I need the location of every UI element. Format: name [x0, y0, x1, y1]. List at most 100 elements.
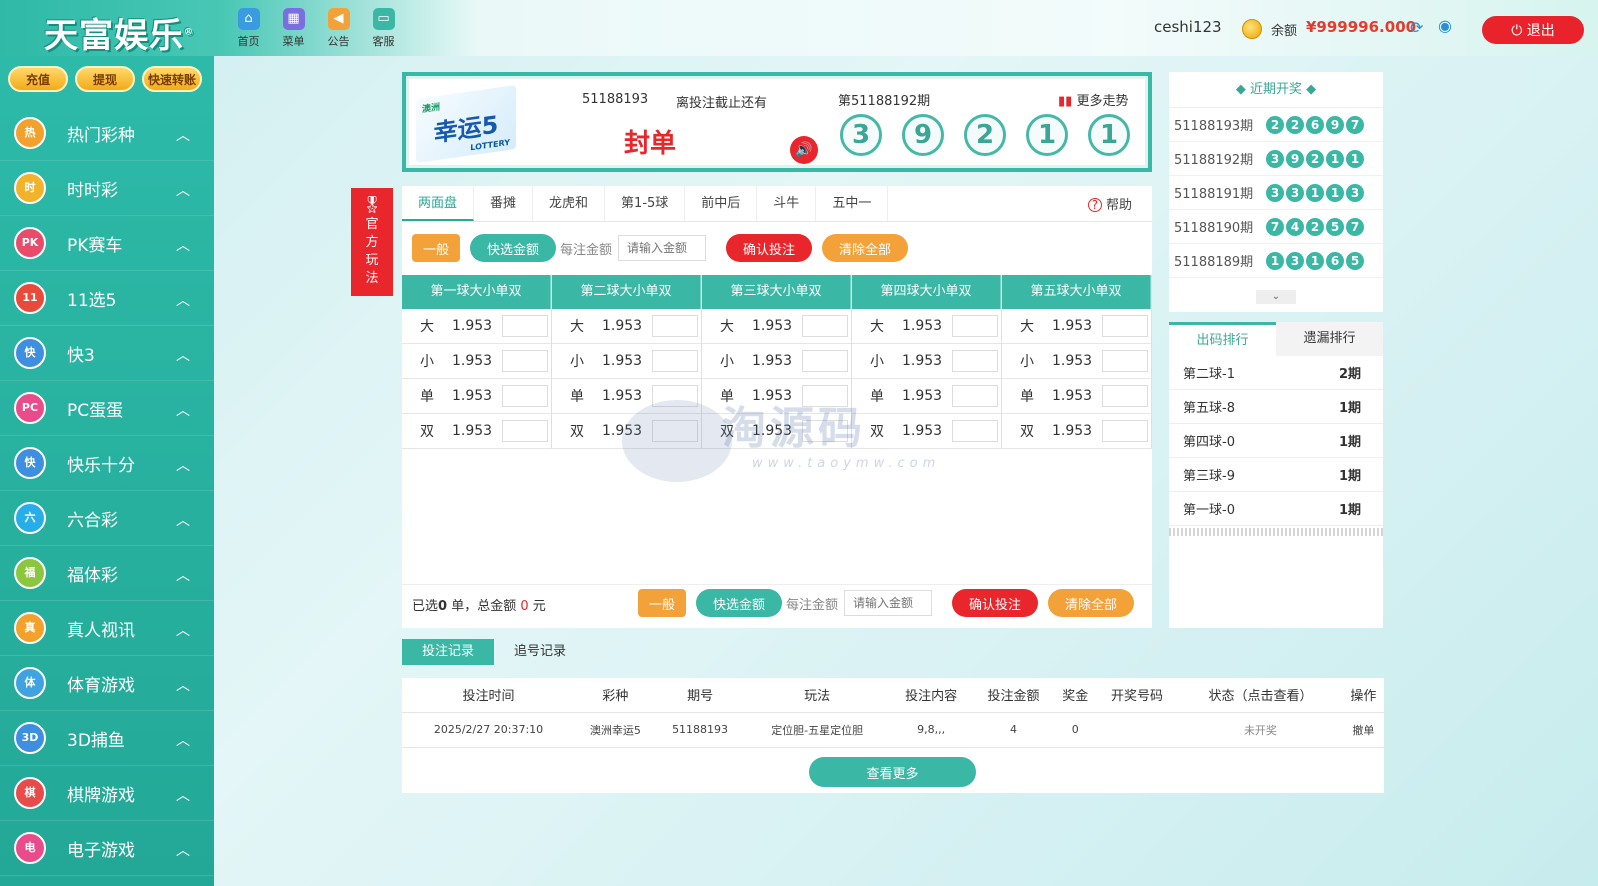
- bet-controls-top: 一般 快选金额 每注金额 确认投注 清除全部: [412, 234, 909, 262]
- deposit-button[interactable]: 充值: [8, 66, 68, 92]
- column-header: 第四球大小单双: [852, 275, 1001, 309]
- brand-logo[interactable]: 天富娱乐®: [44, 8, 194, 57]
- odds-value: 1.953: [452, 318, 493, 334]
- sidebar-item-label: 六合彩: [67, 510, 118, 531]
- official-play-tab[interactable]: 🎖 官方玩法: [351, 188, 393, 296]
- result-ball: 3: [1266, 183, 1284, 202]
- refresh-icon[interactable]: ⟳: [1410, 18, 1423, 37]
- bet-amount-input[interactable]: [952, 350, 998, 372]
- amount-input[interactable]: [844, 590, 933, 616]
- ribbon-icon: 🎖: [361, 195, 383, 214]
- sidebar-item-5[interactable]: PC PC蛋蛋 ︿: [0, 381, 214, 436]
- bet-amount-input[interactable]: [1102, 420, 1148, 442]
- tab-6[interactable]: 五中一: [816, 186, 889, 221]
- column-header: 第三球大小单双: [702, 275, 851, 309]
- column-header: 第五球大小单双: [1002, 275, 1151, 309]
- tab-bet-records[interactable]: 投注记录: [402, 639, 495, 665]
- confirm-bet-button[interactable]: 确认投注: [952, 589, 1039, 617]
- bet-amount-input[interactable]: [652, 315, 698, 337]
- tab-1[interactable]: 番摊: [474, 186, 534, 221]
- sidebar-item-11[interactable]: 3D 3D捕鱼 ︿: [0, 711, 214, 766]
- coin-icon: [1242, 19, 1262, 39]
- sound-icon[interactable]: 🔊: [790, 136, 818, 164]
- option-label: 大: [870, 319, 884, 335]
- chevron-down-icon[interactable]: ⌄: [1256, 290, 1296, 304]
- chevron-up-icon: ︿: [176, 733, 190, 749]
- tab-4[interactable]: 前中后: [685, 186, 758, 221]
- topnav-home[interactable]: ⌂ 首页: [226, 8, 271, 49]
- tab-chase-records[interactable]: 追号记录: [494, 639, 586, 665]
- eye-icon[interactable]: ◉: [1438, 16, 1452, 35]
- quick-transfer-button[interactable]: 快速转账: [142, 66, 202, 92]
- sidebar-item-13[interactable]: 电电子游戏 ︿: [0, 821, 214, 876]
- bet-amount-input[interactable]: [652, 385, 698, 407]
- sidebar-item-12[interactable]: 棋棋牌游戏 ︿: [0, 766, 214, 821]
- topnav-grid[interactable]: ▦ 菜单: [271, 8, 316, 49]
- sidebar-item-9[interactable]: 真真人视讯 ︿: [0, 601, 214, 656]
- tab-miss-rank[interactable]: 遗漏排行: [1276, 322, 1383, 356]
- table-cell[interactable]: 未开奖: [1178, 712, 1343, 748]
- view-more-button[interactable]: 查看更多: [809, 757, 976, 787]
- logout-button[interactable]: ⏻ 退出: [1482, 16, 1584, 44]
- amount-input[interactable]: [618, 235, 707, 261]
- recent-row: 51188189期 1 3 1 6 5: [1169, 244, 1383, 278]
- 六合彩-icon: 六: [14, 502, 46, 534]
- bet-amount-input[interactable]: [502, 385, 548, 407]
- sidebar-item-0[interactable]: 热热门彩种 ︿: [0, 106, 214, 161]
- bet-amount-input[interactable]: [802, 350, 848, 372]
- withdraw-button[interactable]: 提现: [75, 66, 135, 92]
- more-trend-link[interactable]: ▮▮ 更多走势: [1058, 90, 1128, 109]
- bet-amount-input[interactable]: [802, 385, 848, 407]
- confirm-bet-button[interactable]: 确认投注: [726, 234, 813, 262]
- status-closed: 封单: [624, 129, 677, 159]
- sidebar-item-2[interactable]: PK PK赛车 ︿: [0, 216, 214, 271]
- odds-value: 1.953: [602, 388, 643, 404]
- bet-amount-input[interactable]: [802, 315, 848, 337]
- odds-row: 双 1.953: [552, 414, 701, 449]
- bet-amount-input[interactable]: [1102, 385, 1148, 407]
- general-button[interactable]: 一般: [638, 589, 686, 617]
- bet-amount-input[interactable]: [652, 420, 698, 442]
- cancel-link[interactable]: 撤单: [1342, 712, 1384, 748]
- bet-amount-input[interactable]: [652, 350, 698, 372]
- bet-amount-input[interactable]: [502, 420, 548, 442]
- topnav-speaker[interactable]: ◀ 公告: [316, 8, 361, 49]
- bet-amount-input[interactable]: [502, 315, 548, 337]
- option-label: 双: [870, 424, 884, 440]
- sidebar-item-label: 热门彩种: [67, 125, 135, 146]
- bet-amount-input[interactable]: [502, 350, 548, 372]
- sidebar-item-3[interactable]: 11 11选5 ︿: [0, 271, 214, 326]
- bet-amount-input[interactable]: [952, 315, 998, 337]
- sidebar-item-4[interactable]: 快快3 ︿: [0, 326, 214, 381]
- tab-3[interactable]: 第1-5球: [605, 186, 686, 221]
- result-ball: 3: [1286, 251, 1304, 270]
- quick-amount-button[interactable]: 快选金额: [696, 589, 782, 617]
- tab-hot-rank[interactable]: 出码排行: [1169, 322, 1276, 356]
- table-cell: 4: [972, 712, 1055, 748]
- rank-panel: 出码排行 遗漏排行 第二球-1 2期 第五球-8 1期 第四球-0 1期 第三球-9 1期 第一…: [1169, 322, 1383, 628]
- tab-0[interactable]: 两面盘: [402, 186, 475, 221]
- bet-amount-input[interactable]: [1102, 315, 1148, 337]
- topnav-chat[interactable]: ▭ 客服: [361, 8, 406, 49]
- sidebar-item-10[interactable]: 体体育游戏 ︿: [0, 656, 214, 711]
- bet-amount-input[interactable]: [1102, 350, 1148, 372]
- chat-icon: ▭: [372, 8, 395, 30]
- sidebar-item-6[interactable]: 快快乐十分 ︿: [0, 436, 214, 491]
- odds-value: 1.953: [902, 318, 943, 334]
- sidebar-item-1[interactable]: 时时时彩 ︿: [0, 161, 214, 216]
- general-button[interactable]: 一般: [412, 234, 460, 262]
- odds-row: 双 1.953: [402, 414, 551, 449]
- period-label: 51188193期: [1174, 119, 1254, 134]
- odds-value: 1.953: [902, 353, 943, 369]
- sidebar-item-7[interactable]: 六六合彩 ︿: [0, 491, 214, 546]
- bet-amount-input[interactable]: [952, 420, 998, 442]
- clear-all-button[interactable]: 清除全部: [822, 234, 909, 262]
- quick-amount-button[interactable]: 快选金额: [470, 234, 556, 262]
- tab-2[interactable]: 龙虎和: [533, 186, 606, 221]
- sidebar-item-8[interactable]: 福福体彩 ︿: [0, 546, 214, 601]
- help-link[interactable]: ? 帮助: [1087, 194, 1132, 213]
- tab-5[interactable]: 斗牛: [757, 186, 817, 221]
- bet-amount-input[interactable]: [952, 385, 998, 407]
- bet-amount-input[interactable]: [802, 420, 848, 442]
- clear-all-button[interactable]: 清除全部: [1048, 589, 1135, 617]
